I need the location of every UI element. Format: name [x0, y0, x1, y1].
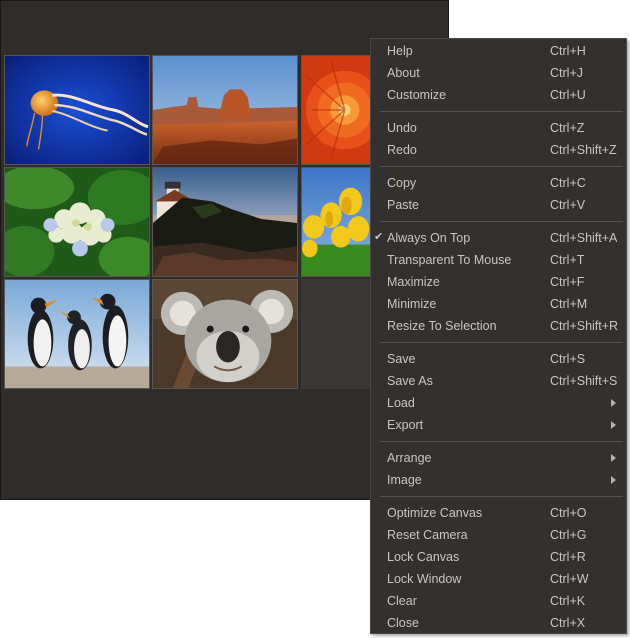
menu-item-reset-camera[interactable]: Reset Camera Ctrl+G [371, 524, 626, 546]
menu-item-shortcut: Ctrl+M [550, 297, 588, 311]
menu-item-shortcut: Ctrl+W [550, 572, 589, 586]
menu-separator [380, 441, 623, 442]
menu-item-label: Undo [387, 121, 417, 135]
menu-item-close[interactable]: Close Ctrl+X [371, 612, 626, 634]
empty-slot [301, 279, 371, 389]
menu-item-shortcut: Ctrl+Shift+Z [550, 143, 617, 157]
menu-item-transparent-to-mouse[interactable]: Transparent To Mouse Ctrl+T [371, 249, 626, 271]
menu-item-arrange[interactable]: Arrange [371, 447, 626, 469]
menu-item-undo[interactable]: Undo Ctrl+Z [371, 117, 626, 139]
menu-item-shortcut: Ctrl+Z [550, 121, 585, 135]
menu-item-shortcut: Ctrl+Shift+A [550, 231, 618, 245]
menu-item-label: Arrange [387, 451, 432, 465]
menu-item-label: Reset Camera [387, 528, 468, 542]
menu-item-label: Optimize Canvas [387, 506, 483, 520]
menu-item-shortcut: Ctrl+T [550, 253, 585, 267]
menu-separator [380, 221, 623, 222]
menu-item-shortcut: Ctrl+Shift+R [550, 319, 619, 333]
menu-item-label: Clear [387, 594, 417, 608]
check-icon: ✔ [374, 231, 384, 243]
menu-item-save-as[interactable]: Save As Ctrl+Shift+S [371, 370, 626, 392]
menu-item-label: Customize [387, 88, 447, 102]
menu-item-shortcut: Ctrl+G [550, 528, 587, 542]
menu-item-shortcut: Ctrl+J [550, 66, 583, 80]
menu-item-label: Lock Window [387, 572, 462, 586]
menu-item-label: Minimize [387, 297, 437, 311]
menu-item-paste[interactable]: Paste Ctrl+V [371, 194, 626, 216]
menu-item-label: Image [387, 473, 422, 487]
menu-item-customize[interactable]: Customize Ctrl+U [371, 84, 626, 106]
menu-item-shortcut: Ctrl+K [550, 594, 586, 608]
menu-item-load[interactable]: Load [371, 392, 626, 414]
menu-item-redo[interactable]: Redo Ctrl+Shift+Z [371, 139, 626, 161]
koala-image[interactable] [152, 279, 298, 389]
context-menu: Help Ctrl+H About Ctrl+J Customize Ctrl+… [370, 38, 627, 634]
menu-item-label: Always On Top [387, 231, 471, 245]
menu-item-lock-window[interactable]: Lock Window Ctrl+W [371, 568, 626, 590]
menu-item-label: Save [387, 352, 416, 366]
menu-item-save[interactable]: Save Ctrl+S [371, 348, 626, 370]
menu-item-lock-canvas[interactable]: Lock Canvas Ctrl+R [371, 546, 626, 568]
submenu-arrow-icon [611, 421, 616, 429]
submenu-arrow-icon [611, 399, 616, 407]
menu-item-shortcut: Ctrl+C [550, 176, 586, 190]
menu-item-label: Copy [387, 176, 417, 190]
chrysanthemum-image[interactable] [301, 55, 371, 165]
menu-item-clear[interactable]: Clear Ctrl+K [371, 590, 626, 612]
menu-separator [380, 342, 623, 343]
submenu-arrow-icon [611, 454, 616, 462]
menu-item-minimize[interactable]: Minimize Ctrl+M [371, 293, 626, 315]
menu-item-shortcut: Ctrl+F [550, 275, 585, 289]
lighthouse-image[interactable] [152, 167, 298, 277]
menu-item-label: Close [387, 616, 419, 630]
menu-item-label: Help [387, 44, 413, 58]
menu-item-shortcut: Ctrl+X [550, 616, 586, 630]
menu-item-always-on-top[interactable]: ✔ Always On Top Ctrl+Shift+A [371, 227, 626, 249]
menu-item-label: Paste [387, 198, 419, 212]
menu-item-about[interactable]: About Ctrl+J [371, 62, 626, 84]
menu-item-optimize-canvas[interactable]: Optimize Canvas Ctrl+O [371, 502, 626, 524]
menu-separator [380, 166, 623, 167]
menu-item-label: Lock Canvas [387, 550, 460, 564]
penguins-image[interactable] [4, 279, 150, 389]
menu-item-label: About [387, 66, 420, 80]
menu-item-label: Resize To Selection [387, 319, 497, 333]
menu-item-maximize[interactable]: Maximize Ctrl+F [371, 271, 626, 293]
menu-item-shortcut: Ctrl+O [550, 506, 587, 520]
menu-item-shortcut: Ctrl+U [550, 88, 586, 102]
menu-item-shortcut: Ctrl+H [550, 44, 586, 58]
menu-item-label: Save As [387, 374, 433, 388]
menu-item-help[interactable]: Help Ctrl+H [371, 40, 626, 62]
menu-item-export[interactable]: Export [371, 414, 626, 436]
hydrangea-image[interactable] [4, 167, 150, 277]
tulips-image[interactable] [301, 167, 371, 277]
menu-item-resize-to-selection[interactable]: Resize To Selection Ctrl+Shift+R [371, 315, 626, 337]
menu-item-copy[interactable]: Copy Ctrl+C [371, 172, 626, 194]
menu-separator [380, 111, 623, 112]
menu-item-shortcut: Ctrl+V [550, 198, 586, 212]
menu-item-label: Maximize [387, 275, 440, 289]
menu-item-image[interactable]: Image [371, 469, 626, 491]
desert-mesa-image[interactable] [152, 55, 298, 165]
menu-item-shortcut: Ctrl+S [550, 352, 586, 366]
menu-item-label: Export [387, 418, 424, 432]
menu-item-label: Transparent To Mouse [387, 253, 512, 267]
menu-item-shortcut: Ctrl+Shift+S [550, 374, 618, 388]
jellyfish-image[interactable] [4, 55, 150, 165]
menu-item-label: Load [387, 396, 415, 410]
menu-item-shortcut: Ctrl+R [550, 550, 586, 564]
menu-item-label: Redo [387, 143, 417, 157]
submenu-arrow-icon [611, 476, 616, 484]
menu-separator [380, 496, 623, 497]
